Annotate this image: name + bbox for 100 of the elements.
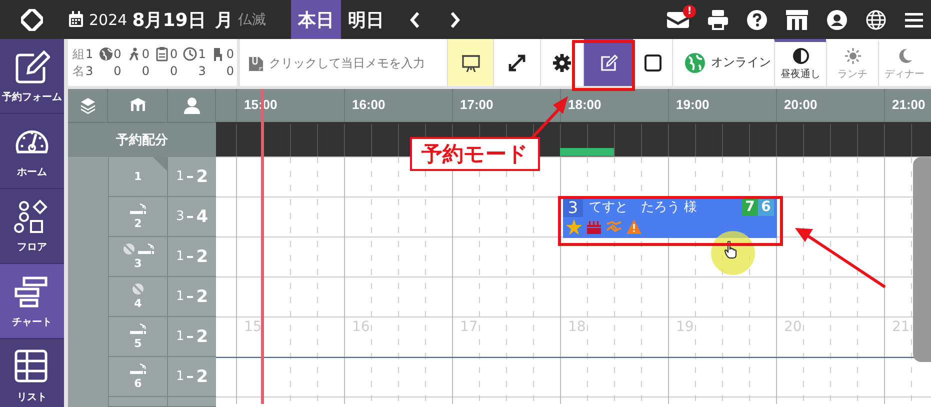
- half-circle-icon: [792, 48, 808, 64]
- sidebar-item[interactable]: チャート: [0, 264, 64, 339]
- day-tab[interactable]: 本日: [291, 0, 341, 39]
- capacity-max: 2: [196, 246, 208, 266]
- sidebar-label: 予約フォーム: [2, 90, 62, 104]
- sidebar-item[interactable]: ホーム: [0, 114, 64, 189]
- reservation-block[interactable]: 3 てすと たろう 様 7 6: [563, 197, 777, 238]
- capacity-max: 2: [196, 166, 208, 186]
- hour-label: 17:00: [460, 97, 494, 112]
- dash-icon: [187, 256, 194, 258]
- walking-person-icon: [126, 46, 141, 62]
- hour-label: 16:00: [352, 97, 386, 112]
- stat-value: 0: [142, 64, 150, 78]
- stat-value: 1: [198, 47, 206, 61]
- form-icon: [14, 48, 50, 84]
- year-text: 2024: [89, 10, 128, 28]
- stat-label: 組: [72, 46, 85, 62]
- cake-icon: [586, 219, 602, 235]
- count-badge: 7: [742, 198, 758, 216]
- edit-button[interactable]: [583, 39, 633, 86]
- stat-value: 0: [170, 47, 178, 61]
- stat-value: 1: [86, 47, 94, 61]
- stat-value: 0: [142, 47, 150, 61]
- store-icon[interactable]: [786, 10, 808, 30]
- rokuyo-text: 仏滅: [238, 10, 266, 28]
- guest-name: てすと たろう 様: [589, 199, 698, 216]
- sidebar-label: リスト: [17, 390, 47, 404]
- expand-icon: [508, 54, 526, 72]
- group-column-cell: [68, 397, 108, 407]
- dash-icon: [187, 296, 194, 298]
- presentation-button[interactable]: [447, 39, 493, 86]
- warning-icon: [626, 219, 642, 235]
- capacity-min: 1: [176, 249, 184, 264]
- stat-value: 0: [114, 47, 122, 61]
- clipboard-icon: [155, 46, 170, 62]
- capacity-min: 1: [176, 289, 184, 304]
- dash-icon: [187, 376, 194, 378]
- capacity-max: 2: [196, 366, 208, 386]
- printer-icon[interactable]: [708, 10, 728, 30]
- hour-label: 21:00: [892, 97, 926, 112]
- capacity-min: 1: [176, 369, 184, 384]
- highlight-frame: [572, 40, 635, 91]
- mail-icon[interactable]: [667, 12, 689, 28]
- table-top-icon: [130, 97, 146, 114]
- menu-icon[interactable]: [905, 12, 923, 28]
- capacity-max: 4: [196, 206, 208, 226]
- star-icon: [566, 219, 582, 235]
- settings-icon: [553, 54, 571, 72]
- moon-icon: [896, 48, 912, 64]
- sidebar-item[interactable]: リスト: [0, 339, 64, 407]
- meal-tab[interactable]: 昼夜通し: [774, 39, 826, 86]
- sidebar-label: ホーム: [17, 166, 47, 178]
- next-icon[interactable]: [449, 10, 461, 28]
- weekday-text: 月: [214, 8, 233, 32]
- capacity-min: 1: [176, 329, 184, 344]
- date-text: 8月19日: [132, 8, 206, 32]
- hour-label: 20:00: [784, 97, 818, 112]
- handshake-icon: [606, 219, 622, 235]
- stat-value: 0: [226, 64, 234, 78]
- dash-icon: [187, 216, 194, 218]
- stat-value: 0: [170, 64, 178, 78]
- help-icon[interactable]: [747, 10, 767, 30]
- count-badge: 6: [758, 198, 774, 216]
- group-column-cell: [68, 157, 108, 197]
- dash-icon: [187, 176, 194, 178]
- table-icon: [14, 348, 50, 384]
- globe-icon: [685, 52, 705, 72]
- capacity-max: 2: [196, 286, 208, 306]
- notification-badge: !: [683, 4, 696, 18]
- globe-icon[interactable]: [866, 10, 886, 30]
- capacity-max: 2: [196, 326, 208, 346]
- clock-icon: [183, 46, 198, 62]
- stat-value: 0: [226, 47, 234, 61]
- sun-icon: [844, 48, 860, 64]
- shapes-icon: [14, 198, 50, 234]
- table-name-cell[interactable]: [108, 397, 168, 407]
- calendar-icon: [68, 11, 84, 28]
- scrollbar[interactable]: [913, 157, 931, 362]
- capacity-min: 1: [176, 169, 184, 184]
- sidebar-label: フロア: [17, 240, 47, 254]
- allocation-bar: [560, 148, 614, 156]
- globe-icon: [98, 46, 113, 62]
- allocation-label: 予約配分: [68, 122, 216, 157]
- stat-value: 3: [198, 64, 206, 78]
- day-tab[interactable]: 明日: [341, 0, 391, 39]
- account-icon[interactable]: [827, 10, 847, 30]
- edit-icon: [600, 54, 618, 72]
- stat-value: 0: [114, 64, 122, 78]
- previous-icon[interactable]: [409, 10, 421, 28]
- person-icon: [184, 97, 200, 114]
- presentation-icon: [462, 54, 480, 72]
- hand-pointer-icon: [724, 241, 738, 259]
- hour-label: 19:00: [676, 97, 710, 112]
- stat-label: 名: [72, 62, 85, 80]
- stat-value: 3: [86, 64, 94, 78]
- sidebar-item[interactable]: 予約フォーム: [0, 39, 64, 114]
- capacity-min: 3: [176, 209, 184, 224]
- dash-icon: [187, 336, 194, 338]
- sidebar-label: チャート: [12, 316, 52, 328]
- callout-label: 予約モード: [410, 137, 540, 171]
